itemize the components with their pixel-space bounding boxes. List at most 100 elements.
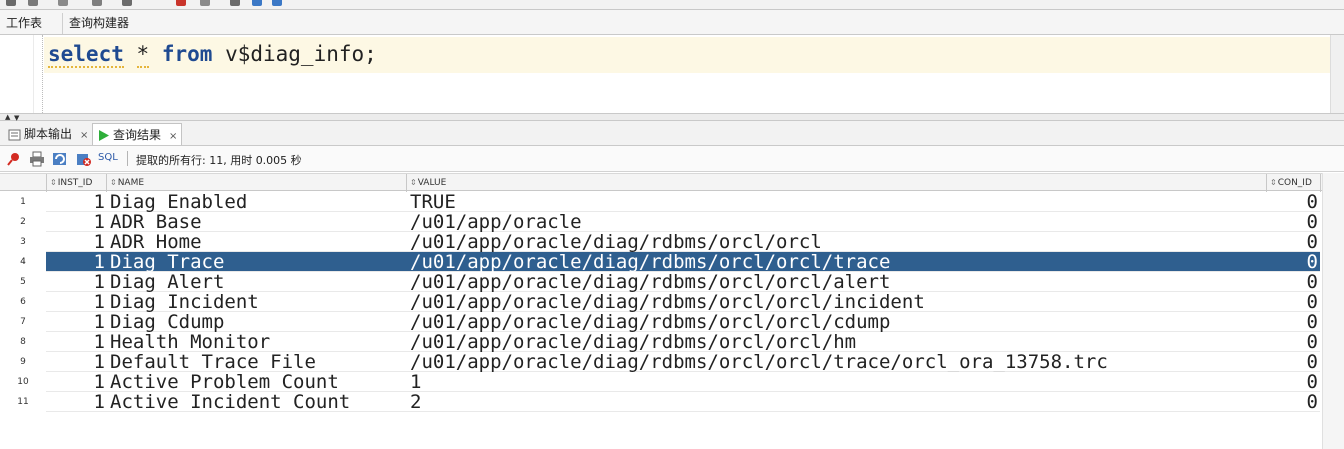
- inst-id-cell[interactable]: 1: [47, 192, 106, 212]
- inst-id-cell[interactable]: 1: [47, 312, 106, 332]
- table-row[interactable]: 6 1 Diag Incident/u01/app/oracle/diag/rdbm…: [0, 292, 1320, 312]
- name-cell[interactable]: Diag Enabled: [108, 192, 406, 212]
- row-number-cell[interactable]: 8: [0, 332, 46, 352]
- table-row[interactable]: 7 1 Diag Cdump/u01/app/oracle/diag/rdbms/o…: [0, 312, 1320, 332]
- schedule-icon[interactable]: [272, 0, 282, 6]
- row-number-cell[interactable]: 11: [0, 392, 46, 412]
- table-row[interactable]: 1 1 Diag Enabled TRUE 0: [0, 192, 1320, 212]
- sql-button[interactable]: SQL: [98, 152, 118, 163]
- inst-id-cell[interactable]: 1: [47, 372, 106, 392]
- new-icon[interactable]: [6, 0, 16, 6]
- inst-id-cell[interactable]: 1: [47, 352, 106, 372]
- pane-splitter[interactable]: ▲ ▼: [0, 113, 1344, 122]
- row-number-cell[interactable]: 1: [0, 192, 46, 212]
- name-cell[interactable]: ADR Home: [108, 232, 406, 252]
- column-header-con-id[interactable]: ⇕ CON_ID: [1267, 174, 1321, 192]
- monitor-icon[interactable]: [230, 0, 240, 6]
- name-cell[interactable]: Diag Trace: [108, 252, 406, 272]
- sql-statement[interactable]: select * from v$diag_info;: [48, 42, 377, 68]
- print-icon[interactable]: [29, 151, 45, 167]
- table-row[interactable]: 4 1 Diag Trace/u01/app/oracle/diag/rdbms/o…: [0, 252, 1320, 272]
- close-icon[interactable]: ×: [169, 131, 177, 142]
- value-cell[interactable]: /u01/app/oracle/diag/rdbms/orcl/orcl/tra…: [408, 252, 1266, 272]
- table-row[interactable]: 2 1 ADR Base/u01/app/oracle 0: [0, 212, 1320, 232]
- run-icon[interactable]: [92, 0, 102, 6]
- con-id-cell[interactable]: 0: [1268, 292, 1320, 312]
- column-header-name[interactable]: ⇕ NAME: [107, 174, 407, 192]
- row-number-header: [0, 174, 47, 192]
- value-cell[interactable]: /u01/app/oracle/diag/rdbms/orcl/orcl/tra…: [408, 352, 1266, 372]
- row-number-cell[interactable]: 6: [0, 292, 46, 312]
- name-cell[interactable]: Health Monitor: [108, 332, 406, 352]
- grid-scrollbar[interactable]: [1322, 173, 1344, 449]
- save-icon[interactable]: [58, 0, 68, 6]
- open-icon[interactable]: [28, 0, 38, 6]
- table-row[interactable]: 5 1 Diag Alert/u01/app/oracle/diag/rdbms/o…: [0, 272, 1320, 292]
- inst-id-cell[interactable]: 1: [47, 212, 106, 232]
- table-row[interactable]: 11 1 Active Incident Count 2 0: [0, 392, 1320, 412]
- collapse-up-icon[interactable]: ▲: [5, 114, 10, 121]
- con-id-cell[interactable]: 0: [1268, 372, 1320, 392]
- table-row[interactable]: 3 1 ADR Home/u01/app/oracle/diag/rdbms/orc…: [0, 232, 1320, 252]
- con-id-cell[interactable]: 0: [1268, 332, 1320, 352]
- con-id-cell[interactable]: 0: [1268, 312, 1320, 332]
- refresh-query-icon[interactable]: [52, 151, 68, 167]
- inst-id-cell[interactable]: 1: [47, 252, 106, 272]
- con-id-cell[interactable]: 0: [1268, 232, 1320, 252]
- row-number-cell[interactable]: 7: [0, 312, 46, 332]
- value-cell[interactable]: /u01/app/oracle/diag/rdbms/orcl/orcl/hm: [408, 332, 1266, 352]
- row-number-cell[interactable]: 3: [0, 232, 46, 252]
- pin-icon[interactable]: [6, 151, 22, 167]
- row-number-cell[interactable]: 2: [0, 212, 46, 232]
- tab-script-output[interactable]: 脚本输出 ×: [4, 123, 90, 145]
- rollback-icon[interactable]: [176, 0, 186, 6]
- con-id-cell[interactable]: 0: [1268, 272, 1320, 292]
- name-cell[interactable]: Diag Incident: [108, 292, 406, 312]
- name-cell[interactable]: Diag Cdump: [108, 312, 406, 332]
- value-cell[interactable]: 1: [408, 372, 1266, 392]
- value-cell[interactable]: /u01/app/oracle: [408, 212, 1266, 232]
- row-number-cell[interactable]: 4: [0, 252, 46, 272]
- tab-query-builder[interactable]: 查询构建器: [62, 13, 135, 34]
- tab-worksheet[interactable]: 工作表: [0, 13, 48, 34]
- inst-id-cell[interactable]: 1: [47, 272, 106, 292]
- explain-icon[interactable]: [200, 0, 210, 6]
- column-header-label: VALUE: [417, 178, 447, 188]
- cancel-query-icon[interactable]: [76, 151, 92, 167]
- con-id-cell[interactable]: 0: [1268, 252, 1320, 272]
- editor-scrollbar[interactable]: [1330, 35, 1344, 113]
- inst-id-cell[interactable]: 1: [47, 232, 106, 252]
- value-cell[interactable]: /u01/app/oracle/diag/rdbms/orcl/orcl/inc…: [408, 292, 1266, 312]
- result-grid[interactable]: ⇕ INST_ID ⇕ NAME ⇕ VALUE ⇕ CON_ID 1 1 Diag Ena…: [0, 173, 1344, 449]
- inst-id-cell[interactable]: 1: [47, 332, 106, 352]
- refresh-icon[interactable]: [252, 0, 262, 6]
- name-cell[interactable]: Active Incident Count: [108, 392, 406, 412]
- name-cell[interactable]: Diag Alert: [108, 272, 406, 292]
- row-number-cell[interactable]: 10: [0, 372, 46, 392]
- value-cell[interactable]: /u01/app/oracle/diag/rdbms/orcl/orcl: [408, 232, 1266, 252]
- name-cell[interactable]: Active Problem Count: [108, 372, 406, 392]
- con-id-cell[interactable]: 0: [1268, 352, 1320, 372]
- column-header-value[interactable]: ⇕ VALUE: [407, 174, 1267, 192]
- tab-query-result[interactable]: 查询结果 ×: [92, 123, 182, 145]
- name-cell[interactable]: Default Trace File: [108, 352, 406, 372]
- value-cell[interactable]: /u01/app/oracle/diag/rdbms/orcl/orcl/cdu…: [408, 312, 1266, 332]
- table-row[interactable]: 8 1 Health Monitor/u01/app/oracle/diag/rdb…: [0, 332, 1320, 352]
- con-id-cell[interactable]: 0: [1268, 212, 1320, 232]
- row-number-cell[interactable]: 5: [0, 272, 46, 292]
- con-id-cell[interactable]: 0: [1268, 392, 1320, 412]
- row-number-cell[interactable]: 9: [0, 352, 46, 372]
- value-cell[interactable]: /u01/app/oracle/diag/rdbms/orcl/orcl/ale…: [408, 272, 1266, 292]
- inst-id-cell[interactable]: 1: [47, 392, 106, 412]
- con-id-cell[interactable]: 0: [1268, 192, 1320, 212]
- close-icon[interactable]: ×: [80, 130, 88, 141]
- name-cell[interactable]: ADR Base: [108, 212, 406, 232]
- inst-id-cell[interactable]: 1: [47, 292, 106, 312]
- value-cell[interactable]: TRUE: [408, 192, 1266, 212]
- value-cell[interactable]: 2: [408, 392, 1266, 412]
- sql-editor[interactable]: select * from v$diag_info;: [0, 35, 1344, 113]
- table-row[interactable]: 9 1 Default Trace File/u01/app/oracle/diag…: [0, 352, 1320, 372]
- column-header-inst-id[interactable]: ⇕ INST_ID: [47, 174, 107, 192]
- commit-icon[interactable]: [122, 0, 132, 6]
- table-row[interactable]: 10 1 Active Problem Count 1 0: [0, 372, 1320, 392]
